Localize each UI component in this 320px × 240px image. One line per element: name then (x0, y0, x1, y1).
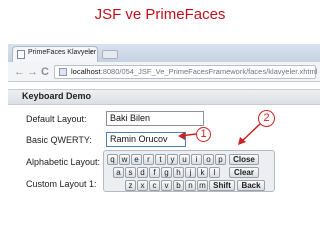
key-j[interactable]: j (185, 167, 196, 178)
key-p[interactable]: p (215, 154, 226, 165)
callout-one: 1 (196, 127, 211, 142)
key-m[interactable]: m (197, 180, 208, 191)
key-l[interactable]: l (209, 167, 220, 178)
key-v[interactable]: v (161, 180, 172, 191)
key-g[interactable]: g (161, 167, 172, 178)
key-t[interactable]: t (155, 154, 166, 165)
key-s[interactable]: s (125, 167, 136, 178)
key-d[interactable]: d (137, 167, 148, 178)
browser-screenshot: PrimeFaces Klavyeler × ← → C localhost:8… (8, 44, 320, 240)
qwerty-keyboard-popup: q w e r t y u i o p Close a s d f g h j … (103, 150, 275, 192)
shift-button[interactable]: Shift (209, 180, 235, 191)
key-z[interactable]: z (125, 180, 136, 191)
key-u[interactable]: u (179, 154, 190, 165)
key-h[interactable]: h (173, 167, 184, 178)
callout-two: 2 (258, 110, 275, 127)
arrow-one-head (178, 132, 185, 140)
key-r[interactable]: r (143, 154, 154, 165)
back-button[interactable]: Back (237, 180, 265, 191)
clear-button[interactable]: Clear (229, 167, 259, 178)
key-e[interactable]: e (131, 154, 142, 165)
key-k[interactable]: k (197, 167, 208, 178)
callout-arrows (178, 123, 261, 145)
key-i[interactable]: i (191, 154, 202, 165)
key-o[interactable]: o (203, 154, 214, 165)
key-q[interactable]: q (107, 154, 118, 165)
key-a[interactable]: a (113, 167, 124, 178)
key-f[interactable]: f (149, 167, 160, 178)
close-button[interactable]: Close (229, 154, 259, 165)
slide-title: JSF ve PrimeFaces (94, 6, 226, 23)
key-b[interactable]: b (173, 180, 184, 191)
key-x[interactable]: x (137, 180, 148, 191)
key-n[interactable]: n (185, 180, 196, 191)
key-w[interactable]: w (119, 154, 130, 165)
key-c[interactable]: c (149, 180, 160, 191)
key-y[interactable]: y (167, 154, 178, 165)
